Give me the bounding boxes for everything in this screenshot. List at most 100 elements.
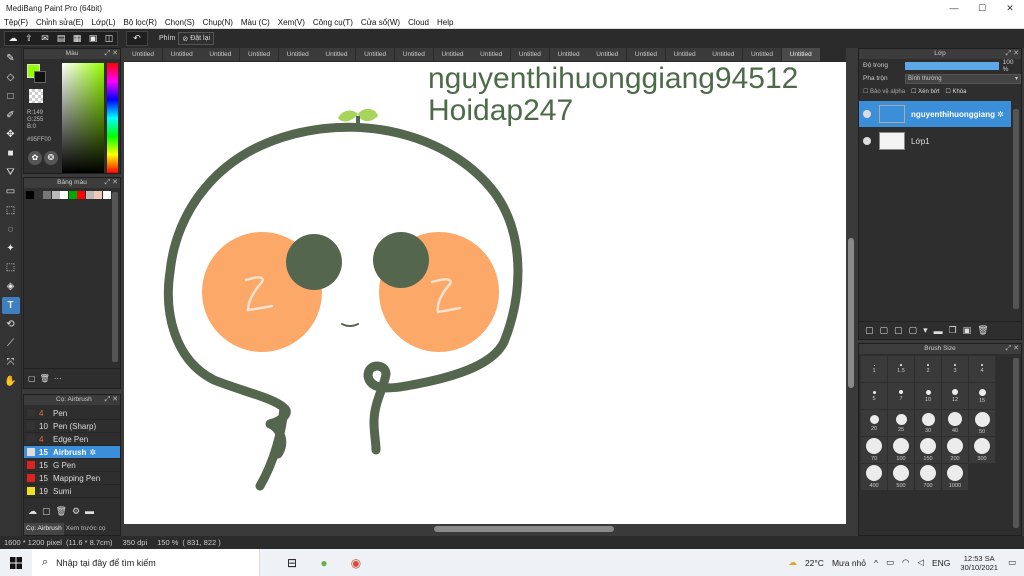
magic-wand-icon[interactable]: ✦: [2, 240, 20, 257]
doc-tab[interactable]: Untitled: [472, 48, 511, 61]
undo-icon[interactable]: ↶: [130, 32, 144, 45]
brush-size-option[interactable]: 700: [915, 464, 941, 490]
brush-size-option[interactable]: 20: [861, 410, 887, 436]
brush-size-option[interactable]: 70: [861, 437, 887, 463]
doc-tab[interactable]: Untitled: [626, 48, 665, 61]
brush-size-option[interactable]: 100: [888, 437, 914, 463]
doc-tab-active[interactable]: Untitled: [781, 48, 820, 61]
delete-palette-icon[interactable]: 🗑: [40, 374, 50, 383]
language-indicator[interactable]: ENG: [932, 558, 950, 568]
clock[interactable]: 12:53 SA 30/10/2021: [960, 554, 998, 572]
brush-size-option[interactable]: 400: [861, 464, 887, 490]
menu-file[interactable]: Tệp(F): [0, 18, 32, 27]
brush-item-g-pen[interactable]: 15 G Pen: [24, 459, 120, 472]
doc-tab[interactable]: Untitled: [124, 48, 162, 61]
brush-tool-icon[interactable]: ✎: [2, 50, 20, 67]
menu-edit[interactable]: Chỉnh sửa(E): [32, 18, 88, 27]
upload-icon[interactable]: ⇪: [22, 32, 36, 45]
tab-brush-preview[interactable]: Xem trước cọ: [64, 523, 108, 535]
brush-size-option[interactable]: 10: [915, 383, 941, 409]
palette-swatch[interactable]: [26, 191, 34, 199]
brush-size-scrollbar[interactable]: [1013, 358, 1019, 528]
brush-size-option[interactable]: 25: [888, 410, 914, 436]
palette-swatch[interactable]: [77, 191, 85, 199]
brush-item-sumi[interactable]: 19 Sumi: [24, 485, 120, 498]
panel-close-icon[interactable]: ⤢ ✕: [1006, 344, 1019, 354]
palette-swatch[interactable]: [94, 191, 102, 199]
layer-row-1[interactable]: Lớp1: [859, 128, 1011, 154]
palette-swatch[interactable]: [68, 191, 77, 199]
move-tool-icon[interactable]: ✥: [2, 126, 20, 143]
doc-tab[interactable]: Untitled: [433, 48, 472, 61]
brush-size-option[interactable]: 4: [969, 356, 995, 382]
tray-chevron-icon[interactable]: ^: [874, 558, 878, 568]
sv-picker[interactable]: [62, 63, 104, 173]
eye-icon[interactable]: [863, 110, 871, 118]
brush-size-option[interactable]: 150: [915, 437, 941, 463]
shape-tool-icon[interactable]: ■: [2, 145, 20, 162]
brush-size-option[interactable]: 5: [861, 383, 887, 409]
palette-swatch[interactable]: [43, 191, 51, 199]
notification-icon[interactable]: ▭: [1008, 557, 1016, 568]
merge-down-icon[interactable]: ▣: [963, 325, 972, 336]
task-view-icon[interactable]: ⊟: [276, 549, 308, 576]
brush-item-pen[interactable]: 4 Pen: [24, 407, 120, 420]
menu-window[interactable]: Cửa sổ(W): [357, 18, 404, 27]
eraser-tool-icon[interactable]: ◇: [2, 69, 20, 86]
menu-layer[interactable]: Lớp(L): [88, 18, 120, 27]
doc-tab[interactable]: Untitled: [162, 48, 201, 61]
delete-brush-icon[interactable]: 🗑: [56, 506, 67, 517]
hand-tool-icon[interactable]: ✋: [2, 373, 20, 390]
bucket-tool-icon[interactable]: ⛛: [2, 164, 20, 181]
clipping-checkbox[interactable]: ☐ Xén bớt: [911, 88, 939, 95]
maximize-button[interactable]: ☐: [968, 0, 996, 16]
brush-size-option[interactable]: 1000: [942, 464, 968, 490]
palette-swatch[interactable]: [34, 191, 43, 199]
drawing-canvas[interactable]: nguyenthihuonggiang94512 Hoidap247: [124, 62, 846, 524]
brush-size-option[interactable]: 50: [969, 410, 995, 436]
volume-icon[interactable]: ◁: [917, 557, 924, 568]
color-mix-icon[interactable]: ❂: [44, 151, 58, 165]
palette-more[interactable]: ···: [54, 374, 62, 383]
palette-scrollbar[interactable]: [112, 192, 118, 362]
correction-tool-icon[interactable]: ✐: [2, 107, 20, 124]
brush-item-airbrush[interactable]: 15 Airbrush ✲: [24, 446, 120, 459]
brush-size-option[interactable]: 200: [942, 437, 968, 463]
menu-filter[interactable]: Bộ lọc(R): [120, 18, 161, 27]
panel-close-icon[interactable]: ⤢ ✕: [105, 49, 118, 59]
brush-size-option[interactable]: 12: [942, 383, 968, 409]
brush-size-option[interactable]: 40: [942, 410, 968, 436]
layer-scrollbar[interactable]: [1013, 109, 1019, 309]
hue-slider[interactable]: [107, 63, 118, 173]
medibang-app-icon[interactable]: ●: [308, 549, 340, 576]
menu-help[interactable]: Help: [433, 18, 457, 27]
weather-desc[interactable]: Mưa nhỏ: [832, 558, 866, 568]
cloud-icon[interactable]: ☁: [6, 32, 20, 45]
brush-settings-icon[interactable]: ⚙: [72, 506, 80, 517]
doc-tab[interactable]: Untitled: [510, 48, 549, 61]
brush-size-option[interactable]: 30: [915, 410, 941, 436]
new-1bit-layer-icon[interactable]: ▢: [909, 325, 918, 336]
color-wheel-icon[interactable]: ✿: [28, 151, 42, 165]
add-layer-menu-icon[interactable]: ▾: [923, 325, 928, 336]
palette-swatch[interactable]: [60, 191, 68, 199]
doc-tab[interactable]: Untitled: [549, 48, 588, 61]
menu-cloud[interactable]: Cloud: [404, 18, 433, 27]
brush-item-pen-sharp[interactable]: 10 Pen (Sharp): [24, 420, 120, 433]
panel-close-icon[interactable]: ⤢ ✕: [105, 395, 118, 405]
panel-close-icon[interactable]: ⤢ ✕: [105, 178, 118, 188]
new-palette-icon[interactable]: ▢: [28, 374, 36, 383]
palette-swatch[interactable]: [51, 191, 60, 199]
select-tool-icon[interactable]: ⬚: [2, 202, 20, 219]
brush-size-option[interactable]: 15: [969, 383, 995, 409]
select-pen-icon[interactable]: ⬚: [2, 259, 20, 276]
select-eraser-icon[interactable]: ◈: [2, 278, 20, 295]
taskbar-search-box[interactable]: ⌕ Nhập tại đây để tìm kiếm: [32, 549, 260, 576]
grid-icon[interactable]: ▦: [70, 32, 84, 45]
windows-start-icon[interactable]: [0, 556, 32, 569]
dot-tool-icon[interactable]: □: [2, 88, 20, 105]
divide-tool-icon[interactable]: ⟋: [2, 335, 20, 352]
brush-item-mapping-pen[interactable]: 15 Mapping Pen: [24, 472, 120, 485]
chrome-app-icon[interactable]: ◉: [340, 549, 372, 576]
gear-icon[interactable]: ✲: [89, 448, 96, 457]
